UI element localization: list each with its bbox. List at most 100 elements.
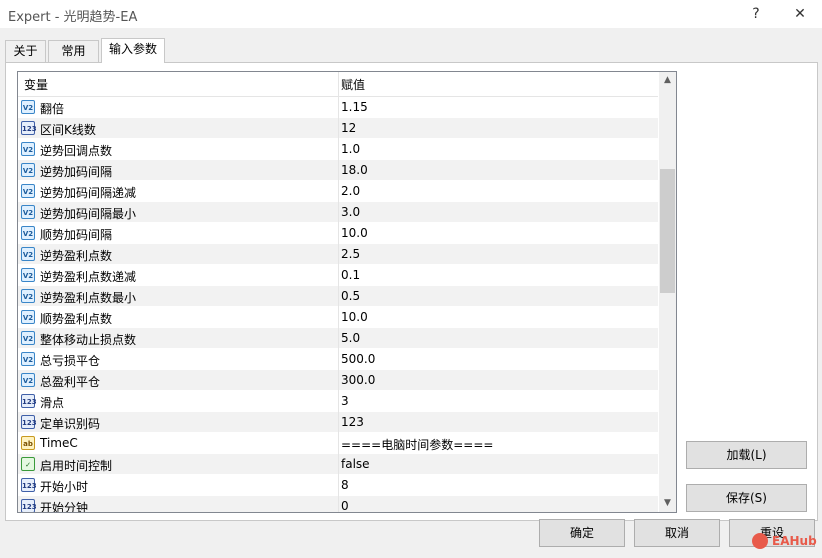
parameter-value[interactable]: 12 bbox=[341, 121, 356, 135]
double-icon: V2 bbox=[21, 268, 35, 282]
scrollbar-thumb[interactable] bbox=[660, 169, 675, 293]
column-divider bbox=[338, 307, 339, 328]
load-button[interactable]: 加载(L) bbox=[686, 441, 807, 469]
parameter-name: 区间K线数 bbox=[40, 123, 96, 137]
tab-common[interactable]: 常用 bbox=[48, 40, 99, 62]
column-header-variable[interactable]: 变量 bbox=[24, 76, 48, 93]
vertical-scrollbar[interactable]: ▲ ▼ bbox=[659, 72, 676, 512]
parameter-value[interactable]: 3.0 bbox=[341, 205, 360, 219]
parameter-row[interactable]: 123 定单识别码 123 bbox=[18, 412, 658, 433]
column-divider bbox=[338, 181, 339, 202]
scroll-up-icon[interactable]: ▲ bbox=[659, 72, 676, 89]
column-divider bbox=[338, 97, 339, 118]
column-divider bbox=[338, 328, 339, 349]
parameter-value[interactable]: 300.0 bbox=[341, 373, 375, 387]
parameter-value[interactable]: 1.15 bbox=[341, 100, 368, 114]
double-icon: V2 bbox=[21, 163, 35, 177]
bool-icon: ✓ bbox=[21, 457, 35, 471]
parameter-value[interactable]: 10.0 bbox=[341, 310, 368, 324]
parameter-row[interactable]: V2 翻倍 1.15 bbox=[18, 97, 658, 118]
scroll-down-icon[interactable]: ▼ bbox=[659, 495, 676, 512]
double-icon: V2 bbox=[21, 142, 35, 156]
parameter-row[interactable]: V2 顺势盈利点数 10.0 bbox=[18, 307, 658, 328]
parameter-name: 开始小时 bbox=[40, 480, 89, 494]
parameter-value[interactable]: 0 bbox=[341, 499, 349, 512]
column-divider bbox=[338, 454, 339, 475]
close-icon[interactable]: ✕ bbox=[789, 4, 811, 24]
double-icon: V2 bbox=[21, 100, 35, 114]
parameter-value[interactable]: 5.0 bbox=[341, 331, 360, 345]
parameter-row[interactable]: ab TimeC ====电脑时间参数==== bbox=[18, 433, 658, 454]
save-button[interactable]: 保存(S) bbox=[686, 484, 807, 512]
parameter-row[interactable]: V2 逆势盈利点数 2.5 bbox=[18, 244, 658, 265]
parameter-value[interactable]: ====电脑时间参数==== bbox=[341, 436, 493, 453]
column-divider bbox=[338, 202, 339, 223]
parameter-name: 开始分钟 bbox=[40, 501, 89, 513]
parameter-name: TimeC bbox=[40, 436, 78, 450]
parameter-value[interactable]: 18.0 bbox=[341, 163, 368, 177]
parameter-name: 整体移动止损点数 bbox=[40, 333, 137, 347]
parameter-value[interactable]: 0.5 bbox=[341, 289, 360, 303]
parameter-value[interactable]: 2.5 bbox=[341, 247, 360, 261]
column-divider bbox=[338, 139, 339, 160]
parameter-row[interactable]: V2 总亏损平仓 500.0 bbox=[18, 349, 658, 370]
double-icon: V2 bbox=[21, 373, 35, 387]
parameter-value[interactable]: 0.1 bbox=[341, 268, 360, 282]
parameter-value[interactable]: 500.0 bbox=[341, 352, 375, 366]
column-divider bbox=[338, 265, 339, 286]
parameter-rows: V2 翻倍 1.15 123 区间K线数 12 V2 逆势回调点数 1.0 V2 逆势加码间隔 18.… bbox=[18, 97, 658, 513]
column-divider bbox=[338, 286, 339, 307]
parameter-row[interactable]: 123 开始小时 8 bbox=[18, 475, 658, 496]
parameter-row[interactable]: ✓ 启用时间控制 false bbox=[18, 454, 658, 475]
parameter-value[interactable]: false bbox=[341, 457, 370, 471]
double-icon: V2 bbox=[21, 331, 35, 345]
parameter-value[interactable]: 123 bbox=[341, 415, 364, 429]
watermark-text: EAHub bbox=[772, 534, 817, 548]
ok-button[interactable]: 确定 bbox=[539, 519, 625, 547]
tab-input-params[interactable]: 输入参数 bbox=[101, 38, 165, 63]
parameter-row[interactable]: V2 逆势盈利点数递减 0.1 bbox=[18, 265, 658, 286]
int-icon: 123 bbox=[21, 478, 37, 492]
parameter-value[interactable]: 1.0 bbox=[341, 142, 360, 156]
parameter-name: 逆势加码间隔递减 bbox=[40, 186, 137, 200]
help-icon[interactable]: ? bbox=[745, 4, 767, 24]
parameter-row[interactable]: V2 总盈利平仓 300.0 bbox=[18, 370, 658, 391]
column-header-value[interactable]: 赋值 bbox=[341, 76, 365, 93]
parameter-name: 逆势盈利点数递减 bbox=[40, 270, 137, 284]
parameter-row[interactable]: V2 逆势加码间隔 18.0 bbox=[18, 160, 658, 181]
parameter-name: 顺势加码间隔 bbox=[40, 228, 113, 242]
double-icon: V2 bbox=[21, 205, 35, 219]
column-divider bbox=[338, 496, 339, 512]
parameter-name: 总盈利平仓 bbox=[40, 375, 101, 389]
parameter-row[interactable]: 123 滑点 3 bbox=[18, 391, 658, 412]
cancel-button[interactable]: 取消 bbox=[634, 519, 720, 547]
tab-about[interactable]: 关于 bbox=[5, 40, 46, 62]
double-icon: V2 bbox=[21, 352, 35, 366]
int-icon: 123 bbox=[21, 394, 37, 408]
parameter-row[interactable]: 123 开始分钟 0 bbox=[18, 496, 658, 513]
double-icon: V2 bbox=[21, 289, 35, 303]
parameter-row[interactable]: V2 逆势盈利点数最小 0.5 bbox=[18, 286, 658, 307]
parameter-row[interactable]: V2 顺势加码间隔 10.0 bbox=[18, 223, 658, 244]
column-divider bbox=[338, 118, 339, 139]
parameter-value[interactable]: 10.0 bbox=[341, 226, 368, 240]
parameter-name: 逆势回调点数 bbox=[40, 144, 113, 158]
double-icon: V2 bbox=[21, 184, 35, 198]
parameter-row[interactable]: V2 逆势回调点数 1.0 bbox=[18, 139, 658, 160]
int-icon: 123 bbox=[21, 121, 37, 135]
parameter-row[interactable]: V2 逆势加码间隔最小 3.0 bbox=[18, 202, 658, 223]
column-divider bbox=[338, 349, 339, 370]
parameter-name: 顺势盈利点数 bbox=[40, 312, 113, 326]
parameter-row[interactable]: V2 整体移动止损点数 5.0 bbox=[18, 328, 658, 349]
parameter-value[interactable]: 2.0 bbox=[341, 184, 360, 198]
parameter-name: 滑点 bbox=[40, 396, 65, 410]
parameter-name: 启用时间控制 bbox=[40, 459, 113, 473]
parameter-name: 总亏损平仓 bbox=[40, 354, 101, 368]
parameter-value[interactable]: 8 bbox=[341, 478, 349, 492]
column-divider bbox=[338, 412, 339, 433]
parameter-row[interactable]: V2 逆势加码间隔递减 2.0 bbox=[18, 181, 658, 202]
column-divider bbox=[338, 433, 339, 454]
parameter-name: 逆势加码间隔 bbox=[40, 165, 113, 179]
parameter-row[interactable]: 123 区间K线数 12 bbox=[18, 118, 658, 139]
parameter-value[interactable]: 3 bbox=[341, 394, 349, 408]
